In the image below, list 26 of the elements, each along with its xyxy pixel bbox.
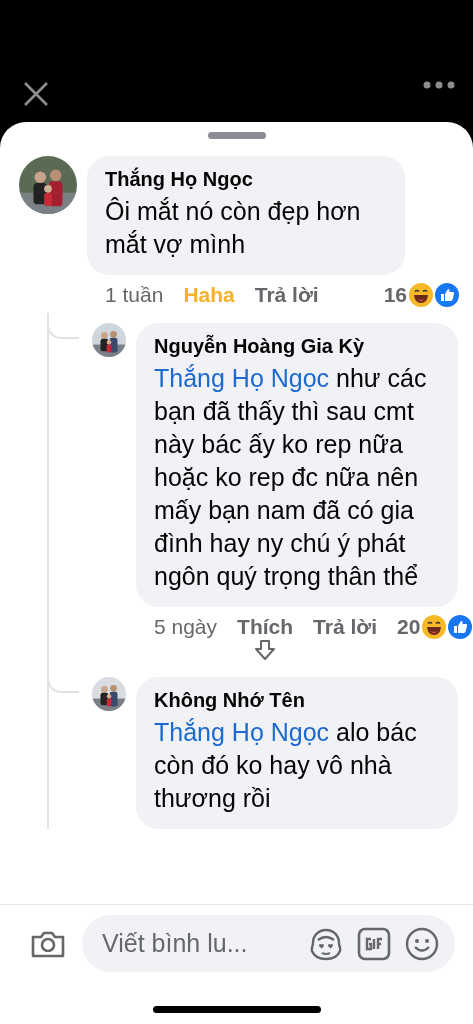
more-icon[interactable] — [423, 80, 455, 90]
reply-link[interactable]: Trả lời — [313, 615, 378, 639]
comment-input[interactable]: Viết bình lu... — [100, 928, 295, 959]
laughing-emoji-icon — [409, 283, 433, 307]
close-icon[interactable] — [22, 80, 50, 108]
commenter-name[interactable]: Nguyễn Hoàng Gia Kỳ — [154, 335, 440, 358]
reaction-count: 20 — [397, 615, 421, 639]
commenter-name[interactable]: Không Nhớ Tên — [154, 689, 440, 712]
drag-handle[interactable] — [207, 132, 266, 139]
avatar-sticker-icon[interactable] — [309, 926, 343, 961]
comment-time: 1 tuần — [105, 283, 164, 307]
comment-text: Thắng Họ Ngọc như các bạn đã thấy thì sau cmt này bác ấy ko rep nữa hoặc ko rep đc nữa nên mấy bạn nam đã có gia đình hay ny chú ý phát ngôn quý trọng thân thể — [154, 363, 428, 592]
reply-link[interactable]: Trả lời — [254, 283, 319, 307]
mention-link[interactable]: Thắng Họ Ngọc — [154, 364, 330, 392]
comment-text: Ôi mắt nó còn đẹp hơn mắt vợ mình — [105, 196, 362, 260]
reaction-count: 16 — [383, 283, 407, 307]
comment-field[interactable]: Viết bình lu... — [82, 915, 455, 972]
gif-icon[interactable] — [357, 926, 391, 961]
comment-text: Thắng Họ Ngọc alo bác còn đó ko hay vô nhà thương rồi — [154, 717, 418, 814]
emoji-icon[interactable] — [405, 926, 439, 961]
mention-link[interactable]: Thắng Họ Ngọc — [154, 718, 330, 746]
commenter-name[interactable]: Thắng Họ Ngọc — [105, 168, 387, 191]
comment-time: 5 ngày — [154, 615, 218, 639]
thumbs-up-icon — [435, 283, 459, 307]
react-link[interactable]: Thích — [237, 615, 294, 639]
laughing-emoji-icon — [422, 615, 447, 639]
